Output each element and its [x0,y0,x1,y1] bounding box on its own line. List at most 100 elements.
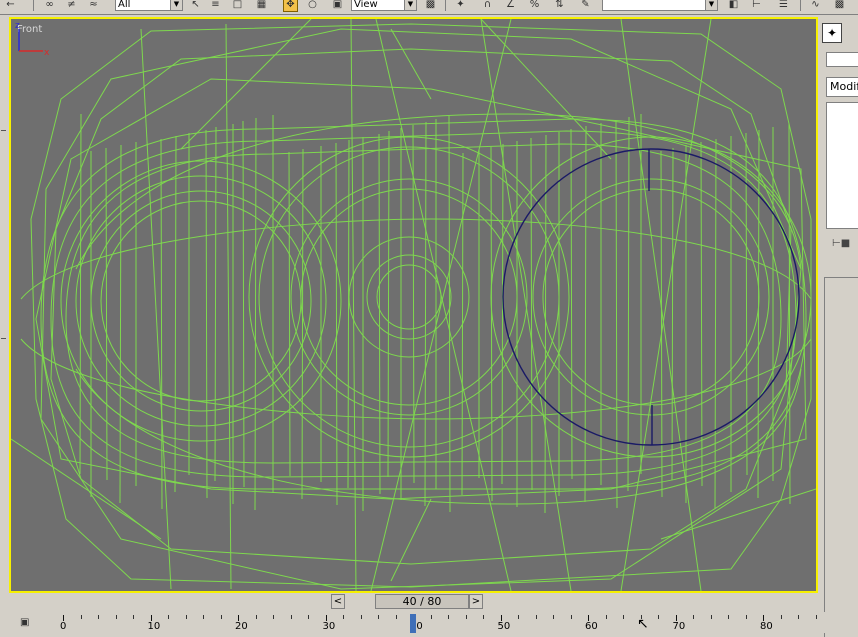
prev-frame-button[interactable]: < [331,594,345,609]
ruler-tick [535,615,537,619]
current-frame-marker[interactable] [410,614,416,633]
ruler-tick [115,615,117,619]
time-slider[interactable]: < 40 / 80 > [331,594,486,610]
front-viewport[interactable]: Front z x [9,17,818,593]
angle-snap-icon[interactable]: ∠ [503,0,518,12]
select-icon[interactable]: ↖ [188,0,203,12]
next-frame-button[interactable]: > [469,594,483,609]
wire-line [288,151,291,477]
window-crossing-icon[interactable]: ▦ [254,0,269,12]
spinner-snap-icon[interactable]: ⇅ [552,0,567,12]
select-manipulate-icon[interactable]: ✦ [453,0,468,12]
selection-filter-dropdown[interactable]: All ▼ [115,0,183,11]
mini-curve-editor-icon[interactable]: ▣ [20,617,36,631]
wire-line [448,115,451,513]
ruler-tick [168,615,169,619]
ruler-label: 80 [760,621,773,632]
frame-ruler[interactable]: 0 10 20 30 40 50 60 70 80 [46,612,818,633]
edit-named-selection-icon[interactable]: ✎ [578,0,593,12]
schematic-view-icon[interactable]: ▩ [832,0,847,12]
align-icon[interactable]: ⊢ [749,0,764,12]
modifier-stack-list[interactable] [826,102,858,229]
chevron-down-icon: ▼ [705,0,717,10]
ruler-tick [710,615,712,619]
wire-line [205,129,208,499]
named-selection-dropdown[interactable]: ▼ [602,0,718,11]
wireframe-scene [11,19,816,591]
object-name-field[interactable] [826,52,858,67]
reference-coord-dropdown[interactable]: View ▼ [351,0,417,11]
link-icon[interactable]: ∞ [42,0,57,12]
pin-stack-icon[interactable]: ⊢■ [832,238,850,249]
wire-line [254,117,257,511]
ruler-tick [658,615,659,619]
select-scale-icon[interactable]: ▣ [330,0,345,12]
wire-line [347,139,350,489]
wire-line [615,119,618,509]
ruler-tick [518,615,519,619]
wire-line [214,126,217,482]
wire-line [378,133,381,495]
reference-coord-value: View [354,0,378,10]
wire-line [584,125,587,503]
wire-line [671,147,674,481]
select-rotate-icon[interactable]: ○ [305,0,320,12]
ruler-tick [343,615,344,619]
wire-line [714,138,717,510]
wire-line [788,123,791,505]
percent-snap-icon[interactable]: % [527,0,542,12]
axis-z-label: z [15,21,20,31]
snap-icon[interactable]: ∩ [480,0,495,12]
back-arrow-icon[interactable]: ← [3,0,18,12]
ruler-tick [430,615,432,619]
strip-tick [1,130,6,131]
ruler-tick [273,615,274,619]
ruler-tick [553,615,554,619]
wire-line [570,128,573,480]
wire-line [700,141,703,487]
toolbar-separator [33,0,34,11]
wire-line [461,152,464,496]
wire-line [490,146,493,502]
ruler-tick [308,615,309,619]
curve-editor-icon[interactable]: ∿ [808,0,823,12]
ruler-tick [693,615,694,619]
ruler-tick [378,615,379,619]
ruler-tick [395,615,397,619]
select-by-name-icon[interactable]: ≡ [208,0,223,12]
ruler-label: 60 [585,621,598,632]
ruler-tick [220,615,222,619]
command-panel: ✦ Modifi ⊢■ [818,15,858,637]
ruler-tick [745,615,747,619]
ruler-tick [728,615,729,619]
axis-tripod-icon: z x [15,21,50,58]
pivot-icon[interactable]: ▩ [423,0,438,12]
wire-line [424,121,427,507]
rollout-panel [824,277,858,637]
ruler-label: 20 [235,621,248,632]
modifier-list-dropdown[interactable]: Modifi [826,77,858,97]
unlink-icon[interactable]: ≠ [64,0,79,12]
ruler-tick [185,615,187,619]
ruler-label: 50 [497,621,511,632]
create-tab[interactable]: ✦ [822,23,842,43]
wire-line [242,120,245,488]
ruler-tick [780,615,782,619]
mouse-cursor-icon: ↖ [637,616,649,632]
ruler-label: 0 [60,621,67,632]
ruler-tick [290,615,292,619]
bind-space-warp-icon[interactable]: ≈ [86,0,101,12]
ruler-tick [605,615,607,619]
rect-region-icon[interactable]: □ [230,0,245,12]
chevron-down-icon: ▼ [170,0,182,10]
wire-line [335,142,338,506]
time-slider-thumb[interactable]: 40 / 80 [375,594,469,609]
toolbar-separator [445,0,446,11]
ruler-tick [255,615,257,619]
select-move-icon[interactable]: ✥ [283,0,298,12]
ruler-label: 70 [672,621,686,632]
mirror-icon[interactable]: ◧ [726,0,741,12]
ruler-tick [815,615,817,619]
ruler-tick [133,615,134,619]
layer-icon[interactable]: ☰ [776,0,791,12]
